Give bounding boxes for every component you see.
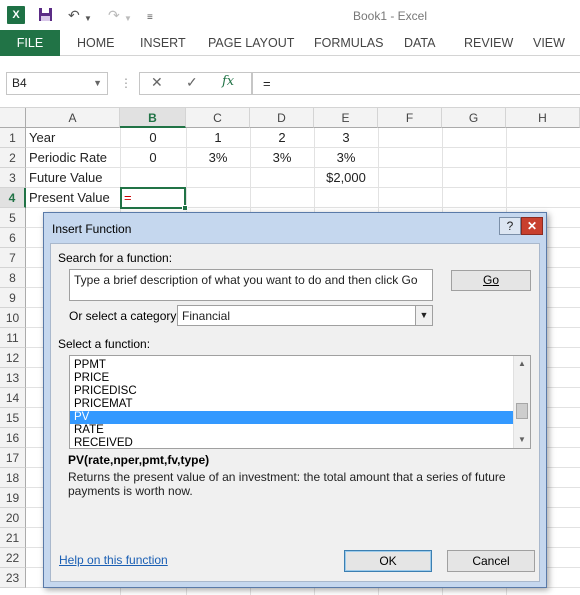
name-box-value: B4 [12, 76, 27, 90]
tab-view[interactable]: VIEW [533, 30, 565, 56]
cell-a2[interactable]: Periodic Rate [26, 148, 107, 168]
tab-home[interactable]: HOME [77, 30, 115, 56]
scroll-thumb[interactable] [516, 403, 528, 419]
splitter-icon[interactable]: ⋮ [120, 76, 132, 90]
window-title: Book1 - Excel [352, 9, 428, 23]
cell-e3[interactable]: $2,000 [314, 168, 378, 188]
search-label: Search for a function: [58, 251, 173, 265]
search-function-input[interactable]: Type a brief description of what you wan… [69, 269, 433, 301]
help-on-function-link[interactable]: Help on this function [59, 553, 168, 567]
col-header-d[interactable]: D [250, 108, 314, 128]
dialog-body: Search for a function: Type a brief desc… [50, 243, 540, 582]
go-button[interactable]: Go [451, 270, 531, 291]
ok-button[interactable]: OK [344, 550, 432, 572]
cell-e1[interactable]: 3 [314, 128, 378, 148]
enter-icon[interactable]: ✓ [186, 74, 198, 91]
cell-e2[interactable]: 3% [314, 148, 378, 168]
category-select[interactable]: Financial ▼ [177, 305, 433, 326]
row-header-22[interactable]: 22 [0, 548, 26, 568]
cell-b4: = [124, 190, 132, 205]
ribbon-tabs: FILE HOME INSERT PAGE LAYOUT FORMULAS DA… [0, 30, 580, 56]
function-item-pv[interactable]: PV [70, 411, 513, 424]
title-bar: X ↶ ▼ ↷ ▼ ≡ Book1 - Excel [0, 0, 580, 30]
tab-insert[interactable]: INSERT [140, 30, 186, 56]
row-header-12[interactable]: 12 [0, 348, 26, 368]
row-header-13[interactable]: 13 [0, 368, 26, 388]
row-header-15[interactable]: 15 [0, 408, 26, 428]
name-box[interactable]: B4 ▼ [6, 72, 108, 95]
cancel-button[interactable]: Cancel [447, 550, 535, 572]
row-header-3[interactable]: 3 [0, 168, 26, 188]
function-description: Returns the present value of an investme… [68, 470, 506, 498]
row-header-10[interactable]: 10 [0, 308, 26, 328]
row-header-16[interactable]: 16 [0, 428, 26, 448]
dialog-title: Insert Function [52, 222, 132, 236]
col-header-b[interactable]: B [120, 108, 186, 128]
function-item-ppmt[interactable]: PPMT [70, 359, 513, 372]
row-header-20[interactable]: 20 [0, 508, 26, 528]
tab-review[interactable]: REVIEW [464, 30, 513, 56]
function-item-pricedisc[interactable]: PRICEDISC [70, 385, 513, 398]
select-function-label: Select a function: [58, 337, 151, 351]
col-header-f[interactable]: F [378, 108, 442, 128]
cell-a4[interactable]: Present Value [26, 188, 110, 208]
row-header-14[interactable]: 14 [0, 388, 26, 408]
row-header-17[interactable]: 17 [0, 448, 26, 468]
function-list-scrollbar[interactable]: ▲ ▼ [513, 356, 530, 448]
tab-page-layout[interactable]: PAGE LAYOUT [208, 30, 294, 56]
cell-b2[interactable]: 0 [120, 148, 186, 168]
select-all-corner[interactable] [0, 108, 26, 128]
scroll-up-icon[interactable]: ▲ [514, 356, 530, 372]
formula-input[interactable]: = [252, 72, 580, 95]
row-header-4[interactable]: 4 [0, 188, 26, 208]
chevron-down-icon[interactable]: ▼ [93, 78, 102, 88]
row-header-18[interactable]: 18 [0, 468, 26, 488]
category-label: Or select a category: [69, 309, 180, 323]
row-header-6[interactable]: 6 [0, 228, 26, 248]
insert-function-icon[interactable]: fx [222, 74, 234, 89]
help-button[interactable]: ? [499, 217, 521, 235]
chevron-down-icon[interactable]: ▼ [415, 306, 432, 325]
function-item-price[interactable]: PRICE [70, 372, 513, 385]
row-header-19[interactable]: 19 [0, 488, 26, 508]
row-header-1[interactable]: 1 [0, 128, 26, 148]
col-header-h[interactable]: H [506, 108, 580, 128]
cell-c1[interactable]: 1 [186, 128, 250, 148]
close-button[interactable]: ✕ [521, 217, 543, 235]
cell-b1[interactable]: 0 [120, 128, 186, 148]
function-item-received[interactable]: RECEIVED [70, 437, 513, 448]
row-header-9[interactable]: 9 [0, 288, 26, 308]
row-header-21[interactable]: 21 [0, 528, 26, 548]
cell-a1[interactable]: Year [26, 128, 55, 148]
tab-file[interactable]: FILE [0, 30, 60, 56]
row-header-8[interactable]: 8 [0, 268, 26, 288]
row-header-5[interactable]: 5 [0, 208, 26, 228]
col-header-c[interactable]: C [186, 108, 250, 128]
function-list[interactable]: PPMT PRICE PRICEDISC PRICEMAT PV RATE RE… [69, 355, 531, 449]
tab-formulas[interactable]: FORMULAS [314, 30, 383, 56]
tab-data[interactable]: DATA [404, 30, 435, 56]
function-item-rate[interactable]: RATE [70, 424, 513, 437]
function-syntax: PV(rate,nper,pmt,fv,type) [68, 453, 210, 467]
cell-c2[interactable]: 3% [186, 148, 250, 168]
fill-handle[interactable] [182, 205, 188, 211]
cell-a3[interactable]: Future Value [26, 168, 102, 188]
col-header-e[interactable]: E [314, 108, 378, 128]
col-header-a[interactable]: A [26, 108, 120, 128]
row-header-2[interactable]: 2 [0, 148, 26, 168]
col-header-g[interactable]: G [442, 108, 506, 128]
row-header-23[interactable]: 23 [0, 568, 26, 588]
scroll-down-icon[interactable]: ▼ [514, 432, 530, 448]
function-item-pricemat[interactable]: PRICEMAT [70, 398, 513, 411]
cell-d2[interactable]: 3% [250, 148, 314, 168]
category-value: Financial [182, 309, 231, 323]
insert-function-dialog: Insert Function ? ✕ Search for a functio… [43, 212, 547, 588]
cancel-icon[interactable]: ✕ [151, 74, 163, 91]
row-header-7[interactable]: 7 [0, 248, 26, 268]
cell-d1[interactable]: 2 [250, 128, 314, 148]
row-header-11[interactable]: 11 [0, 328, 26, 348]
active-cell-b4[interactable]: = [120, 187, 188, 211]
formula-bar: B4 ▼ ⋮ ✕ ✓ fx = [0, 56, 580, 108]
